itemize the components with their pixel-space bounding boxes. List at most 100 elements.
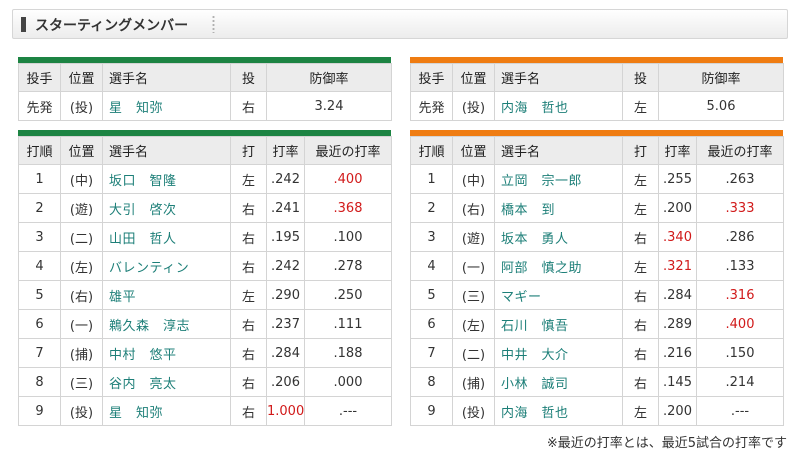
batting-order: 5 [410, 280, 453, 310]
player-name-link[interactable]: 大引 啓次 [102, 193, 231, 223]
player-name-link[interactable]: 山田 哲人 [102, 222, 231, 252]
position: (一) [452, 251, 495, 281]
table-row: 9 (投) 内海 哲也左 .200 .--- [410, 396, 784, 426]
batting-order: 9 [410, 396, 453, 426]
recent-average: .400 [304, 164, 392, 194]
column-header: 投 [230, 63, 267, 92]
player-name-link[interactable]: 谷内 亮太 [102, 367, 231, 397]
player-name-link[interactable]: 鵜久森 淳志 [102, 309, 231, 339]
position: (三) [60, 367, 103, 397]
position: (中) [452, 164, 495, 194]
player-name-link[interactable]: 坂本 勇人 [494, 222, 623, 252]
column-header: 位置 [452, 136, 495, 165]
column-header: 打 [230, 136, 267, 165]
position: (右) [60, 280, 103, 310]
table-row: 7 (二) 中井 大介右 .216.150 [410, 338, 784, 368]
column-header: 打順 [410, 136, 453, 165]
table-row: 6 (一) 鵜久森 淳志右 .237.111 [18, 309, 392, 339]
bats: 左 [622, 251, 659, 281]
batting-order: 7 [410, 338, 453, 368]
bats: 右 [230, 251, 267, 281]
batting-order: 8 [18, 367, 61, 397]
batting-average: .321 [658, 251, 697, 281]
player-name-link[interactable]: バレンティン [102, 251, 231, 281]
table-row: 9 (投) 星 知弥右 1.000 .--- [18, 396, 392, 426]
position: (三) [452, 280, 495, 310]
bats: 右 [230, 193, 267, 223]
column-header: 防御率 [658, 63, 784, 92]
header-row: 投手 位置 選手名投防御率 [410, 63, 784, 92]
section-title: スターティングメンバー [35, 18, 189, 34]
batting-order: 2 [18, 193, 61, 223]
player-name-link[interactable]: 立岡 宗一郎 [494, 164, 623, 194]
left-lineup-table: 打順 位置 選手名打打率 最近の打率 1 (中) 坂口 智隆左 .242.400 2 (遊) 大引… [18, 130, 392, 426]
bats: 右 [230, 338, 267, 368]
recent-average: .316 [696, 280, 784, 310]
batting-order: 4 [410, 251, 453, 281]
table-row: 3 (二) 山田 哲人右 .195.100 [18, 222, 392, 252]
position: (一) [60, 309, 103, 339]
player-name-link[interactable]: 雄平 [102, 280, 231, 310]
batting-average: .145 [658, 367, 697, 397]
bats: 左 [622, 396, 659, 426]
recent-average: .188 [304, 338, 392, 368]
recent-average: .333 [696, 193, 784, 223]
recent-average: .278 [304, 251, 392, 281]
table-row: 8 (捕) 小林 誠司右 .145.214 [410, 367, 784, 397]
pitcher-role: 先発 [410, 91, 453, 121]
column-header: 最近の打率 [304, 136, 392, 165]
right-lineup-table: 打順 位置 選手名打打率 最近の打率 1 (中) 立岡 宗一郎左 .255.263 2 (右) 橋… [410, 130, 784, 426]
player-name-link[interactable]: 星 知弥 [102, 91, 231, 121]
recent-average: .--- [304, 396, 392, 426]
batting-average: .237 [266, 309, 305, 339]
position: (二) [60, 222, 103, 252]
batting-average: .284 [266, 338, 305, 368]
player-name-link[interactable]: 石川 慎吾 [494, 309, 623, 339]
bats: 左 [230, 280, 267, 310]
player-name-link[interactable]: 坂口 智隆 [102, 164, 231, 194]
table-row: 1 (中) 坂口 智隆左 .242.400 [18, 164, 392, 194]
recent-average: .150 [696, 338, 784, 368]
recent-average: .214 [696, 367, 784, 397]
player-name-link[interactable]: 小林 誠司 [494, 367, 623, 397]
position: (捕) [60, 338, 103, 368]
column-header: 打順 [18, 136, 61, 165]
column-header: 打 [622, 136, 659, 165]
batting-average: .216 [658, 338, 697, 368]
header-row: 打順 位置 選手名打打率 最近の打率 [410, 136, 784, 165]
player-name-link[interactable]: 星 知弥 [102, 396, 231, 426]
batting-average: .284 [658, 280, 697, 310]
table-row: 2 (右) 橋本 到左 .200.333 [410, 193, 784, 223]
footnote: ※最近の打率とは、最近5試合の打率です [546, 436, 787, 451]
player-name-link[interactable]: 内海 哲也 [494, 396, 623, 426]
recent-average: .250 [304, 280, 392, 310]
recent-average: .133 [696, 251, 784, 281]
batting-order: 6 [18, 309, 61, 339]
column-header: 位置 [60, 63, 103, 92]
player-name-link[interactable]: 阿部 慎之助 [494, 251, 623, 281]
position: (右) [452, 193, 495, 223]
bats: 右 [230, 367, 267, 397]
era: 5.06 [658, 91, 784, 121]
bats: 右 [230, 222, 267, 252]
player-name-link[interactable]: 内海 哲也 [494, 91, 623, 121]
position: (捕) [452, 367, 495, 397]
batting-order: 4 [18, 251, 61, 281]
header-row: 投手 位置 選手名投防御率 [18, 63, 392, 92]
left-pitcher-table: 投手 位置 選手名投防御率 先発 (投) 星 知弥右 3.24 [18, 57, 392, 121]
player-name-link[interactable]: 橋本 到 [494, 193, 623, 223]
player-name-link[interactable]: マギー [494, 280, 623, 310]
batting-order: 7 [18, 338, 61, 368]
column-header: 投手 [410, 63, 453, 92]
batting-average: 1.000 [266, 396, 305, 426]
player-name-link[interactable]: 中井 大介 [494, 338, 623, 368]
bats: 右 [622, 367, 659, 397]
batting-order: 9 [18, 396, 61, 426]
position: (中) [60, 164, 103, 194]
recent-average: .100 [304, 222, 392, 252]
batting-order: 5 [18, 280, 61, 310]
bats: 右 [622, 222, 659, 252]
bats: 右 [622, 280, 659, 310]
batting-average: .255 [658, 164, 697, 194]
player-name-link[interactable]: 中村 悠平 [102, 338, 231, 368]
